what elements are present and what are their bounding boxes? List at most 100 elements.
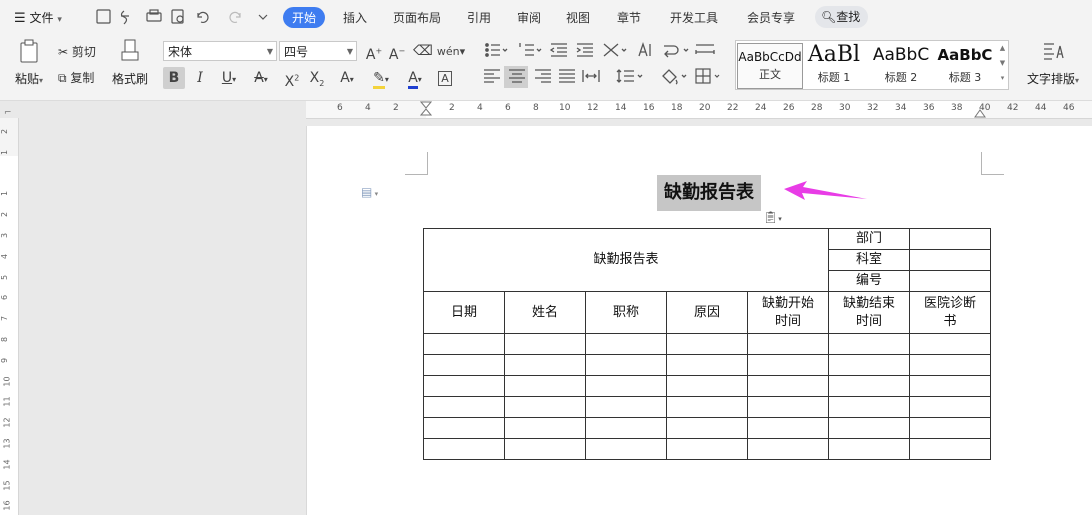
- file-menu[interactable]: ☰ 文件 ▾: [14, 9, 62, 26]
- absence-report-table[interactable]: 缺勤报告表 部门 科室 编号 日期 姓名 职称 原因 缺勤开始 时间 缺勤结束 …: [423, 228, 991, 460]
- table-cell[interactable]: [423, 375, 505, 397]
- right-indent-marker-icon[interactable]: [974, 101, 986, 118]
- table-cell[interactable]: [585, 333, 667, 355]
- copy-button[interactable]: ⧉ 复制: [58, 69, 94, 86]
- column-header[interactable]: 缺勤结束 时间: [828, 291, 910, 334]
- tab-chapter[interactable]: 章节: [617, 9, 641, 26]
- table-value-number[interactable]: [909, 270, 991, 292]
- char-border-button[interactable]: A: [434, 67, 456, 89]
- style-normal[interactable]: AaBbCcDd 正文: [737, 43, 803, 89]
- table-cell[interactable]: [585, 354, 667, 376]
- table-cell[interactable]: [423, 396, 505, 418]
- document-page[interactable]: ▤ ▾ 缺勤报告表 📋︎▾ 缺勤报告表 部门 科室 编号 日期 姓名 职称 原因: [306, 126, 1092, 515]
- table-cell[interactable]: [909, 396, 991, 418]
- clear-format-button[interactable]: ⌫: [412, 40, 434, 62]
- tab-member[interactable]: 会员专享: [747, 9, 795, 26]
- table-label-section[interactable]: 科室: [828, 249, 910, 271]
- bold-button[interactable]: B: [163, 67, 185, 89]
- tab-start[interactable]: 开始: [283, 7, 326, 28]
- table-cell[interactable]: [585, 396, 667, 418]
- table-header-title[interactable]: 缺勤报告表: [423, 228, 829, 292]
- table-cell[interactable]: [828, 417, 910, 439]
- cut-button[interactable]: ✂ 剪切: [58, 43, 96, 60]
- table-cell[interactable]: [747, 375, 829, 397]
- table-cell[interactable]: [666, 354, 748, 376]
- table-cell[interactable]: [585, 438, 667, 460]
- table-cell[interactable]: [504, 438, 586, 460]
- table-cell[interactable]: [828, 333, 910, 355]
- table-cell[interactable]: [504, 354, 586, 376]
- tab-page-layout[interactable]: 页面布局: [393, 9, 441, 26]
- table-cell[interactable]: [585, 375, 667, 397]
- paste-options-button[interactable]: 📋︎▾: [763, 210, 782, 224]
- table-cell[interactable]: [423, 333, 505, 355]
- highlight-button[interactable]: ✎▾: [366, 67, 396, 89]
- table-cell[interactable]: [747, 354, 829, 376]
- column-header[interactable]: 缺勤开始 时间: [747, 291, 829, 334]
- phonetic-guide-button[interactable]: wén▾: [436, 40, 466, 62]
- style-gallery-scroll[interactable]: ▲ ▼ ▾: [998, 41, 1007, 89]
- borders-button[interactable]: [694, 66, 724, 88]
- table-cell[interactable]: [423, 417, 505, 439]
- shrink-font-button[interactable]: A−: [386, 40, 408, 63]
- paste-button[interactable]: 粘贴▾: [10, 38, 48, 90]
- table-cell[interactable]: [909, 375, 991, 397]
- column-header[interactable]: 医院诊断 书: [909, 291, 991, 334]
- table-cell[interactable]: [666, 417, 748, 439]
- table-cell[interactable]: [666, 375, 748, 397]
- italic-button[interactable]: I: [189, 67, 211, 89]
- table-cell[interactable]: [909, 438, 991, 460]
- table-cell[interactable]: [828, 375, 910, 397]
- underline-button[interactable]: U▾: [215, 67, 243, 89]
- tab-insert[interactable]: 插入: [343, 9, 367, 26]
- tab-references[interactable]: 引用: [467, 9, 491, 26]
- table-cell[interactable]: [504, 417, 586, 439]
- table-cell[interactable]: [504, 333, 586, 355]
- font-size-select[interactable]: 四号 ▼: [279, 41, 357, 61]
- table-cell[interactable]: [747, 396, 829, 418]
- table-label-number[interactable]: 编号: [828, 270, 910, 292]
- indent-marker-icon[interactable]: [420, 101, 432, 121]
- table-cell[interactable]: [747, 438, 829, 460]
- text-layout-button[interactable]: 文字排版▾: [1022, 40, 1084, 87]
- tab-review[interactable]: 审阅: [517, 9, 541, 26]
- column-header[interactable]: 职称: [585, 291, 667, 334]
- style-heading2[interactable]: AaBbC 标题 2: [868, 43, 934, 87]
- column-header[interactable]: 日期: [423, 291, 505, 334]
- table-cell[interactable]: [828, 438, 910, 460]
- table-cell[interactable]: [423, 354, 505, 376]
- style-heading3[interactable]: AaBbC 标题 3: [934, 43, 996, 87]
- table-value-section[interactable]: [909, 249, 991, 271]
- table-cell[interactable]: [423, 438, 505, 460]
- search-button[interactable]: 🔍︎查找: [815, 6, 868, 28]
- tab-view[interactable]: 视图: [566, 9, 590, 26]
- column-header[interactable]: 原因: [666, 291, 748, 334]
- horizontal-ruler[interactable]: 6 4 2 2 4 6 8 10 12 14 16 18 20 22 24 26 28 30 32 34 36 38 40 4…: [306, 101, 1092, 119]
- font-color-button[interactable]: A▾: [400, 67, 430, 89]
- paragraph-tools[interactable]: [482, 40, 722, 92]
- style-heading1[interactable]: AaBl 标题 1: [802, 43, 866, 87]
- subscript-button[interactable]: X2: [306, 67, 328, 89]
- table-cell[interactable]: [504, 375, 586, 397]
- table-cell[interactable]: [828, 396, 910, 418]
- paragraph-options-icon[interactable]: ▤ ▾: [361, 185, 378, 199]
- table-cell[interactable]: [504, 396, 586, 418]
- document-title[interactable]: 缺勤报告表: [657, 175, 761, 211]
- tab-developer[interactable]: 开发工具: [670, 9, 718, 26]
- table-cell[interactable]: [909, 354, 991, 376]
- table-cell[interactable]: [747, 333, 829, 355]
- superscript-button[interactable]: X2: [281, 67, 303, 90]
- table-cell[interactable]: [747, 417, 829, 439]
- table-cell[interactable]: [666, 396, 748, 418]
- font-name-select[interactable]: 宋体 ▼: [163, 41, 277, 61]
- table-label-department[interactable]: 部门: [828, 228, 910, 250]
- text-effect-button[interactable]: A▾: [333, 67, 361, 89]
- table-cell[interactable]: [909, 333, 991, 355]
- column-header[interactable]: 姓名: [504, 291, 586, 334]
- table-value-department[interactable]: [909, 228, 991, 250]
- table-cell[interactable]: [828, 354, 910, 376]
- strikethrough-button[interactable]: A▾: [247, 67, 275, 89]
- table-cell[interactable]: [666, 438, 748, 460]
- table-cell[interactable]: [666, 333, 748, 355]
- format-painter-button[interactable]: 格式刷: [110, 38, 150, 90]
